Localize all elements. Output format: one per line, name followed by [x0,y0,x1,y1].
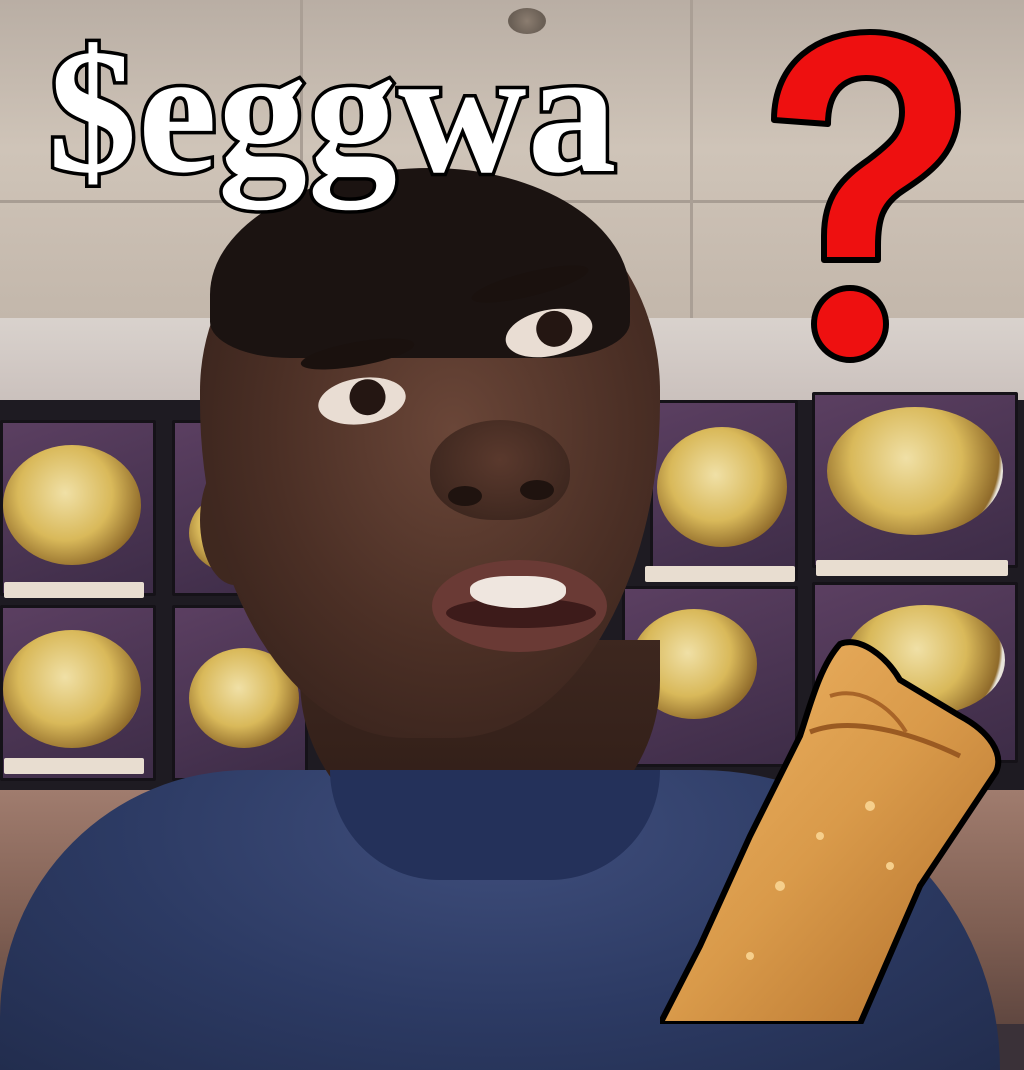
food-plate [3,445,141,565]
egg-roll-body [660,639,1002,1024]
ceiling-tile-line [690,0,693,330]
nose [430,420,570,520]
egg-roll-bubble [816,832,824,840]
egg-roll-bubble [775,881,785,891]
pupil [532,307,576,351]
title-text: $eggwa [45,12,621,210]
food-plate [3,630,141,748]
menu-panel [0,605,156,781]
pupil [347,376,388,418]
nostril [520,480,554,500]
menu-caption [645,566,795,582]
egg-roll-bubble [746,952,754,960]
food-plate [657,427,787,547]
menu-caption [4,758,144,774]
egg-roll-image [660,639,1002,1024]
egg-roll-bubble [886,862,894,870]
menu-caption [816,560,1008,576]
teeth [470,576,566,608]
photo-scene: $eggwa [0,0,1024,1070]
question-mark-hook [771,29,961,263]
menu-panel [812,392,1018,568]
question-mark-icon [771,29,961,363]
question-mark-dot [811,285,889,363]
egg-roll-bubble [865,801,875,811]
nostril [448,486,482,506]
food-plate [827,407,1003,535]
menu-panel [0,420,156,596]
menu-caption [4,582,144,598]
menu-panel [650,400,798,581]
